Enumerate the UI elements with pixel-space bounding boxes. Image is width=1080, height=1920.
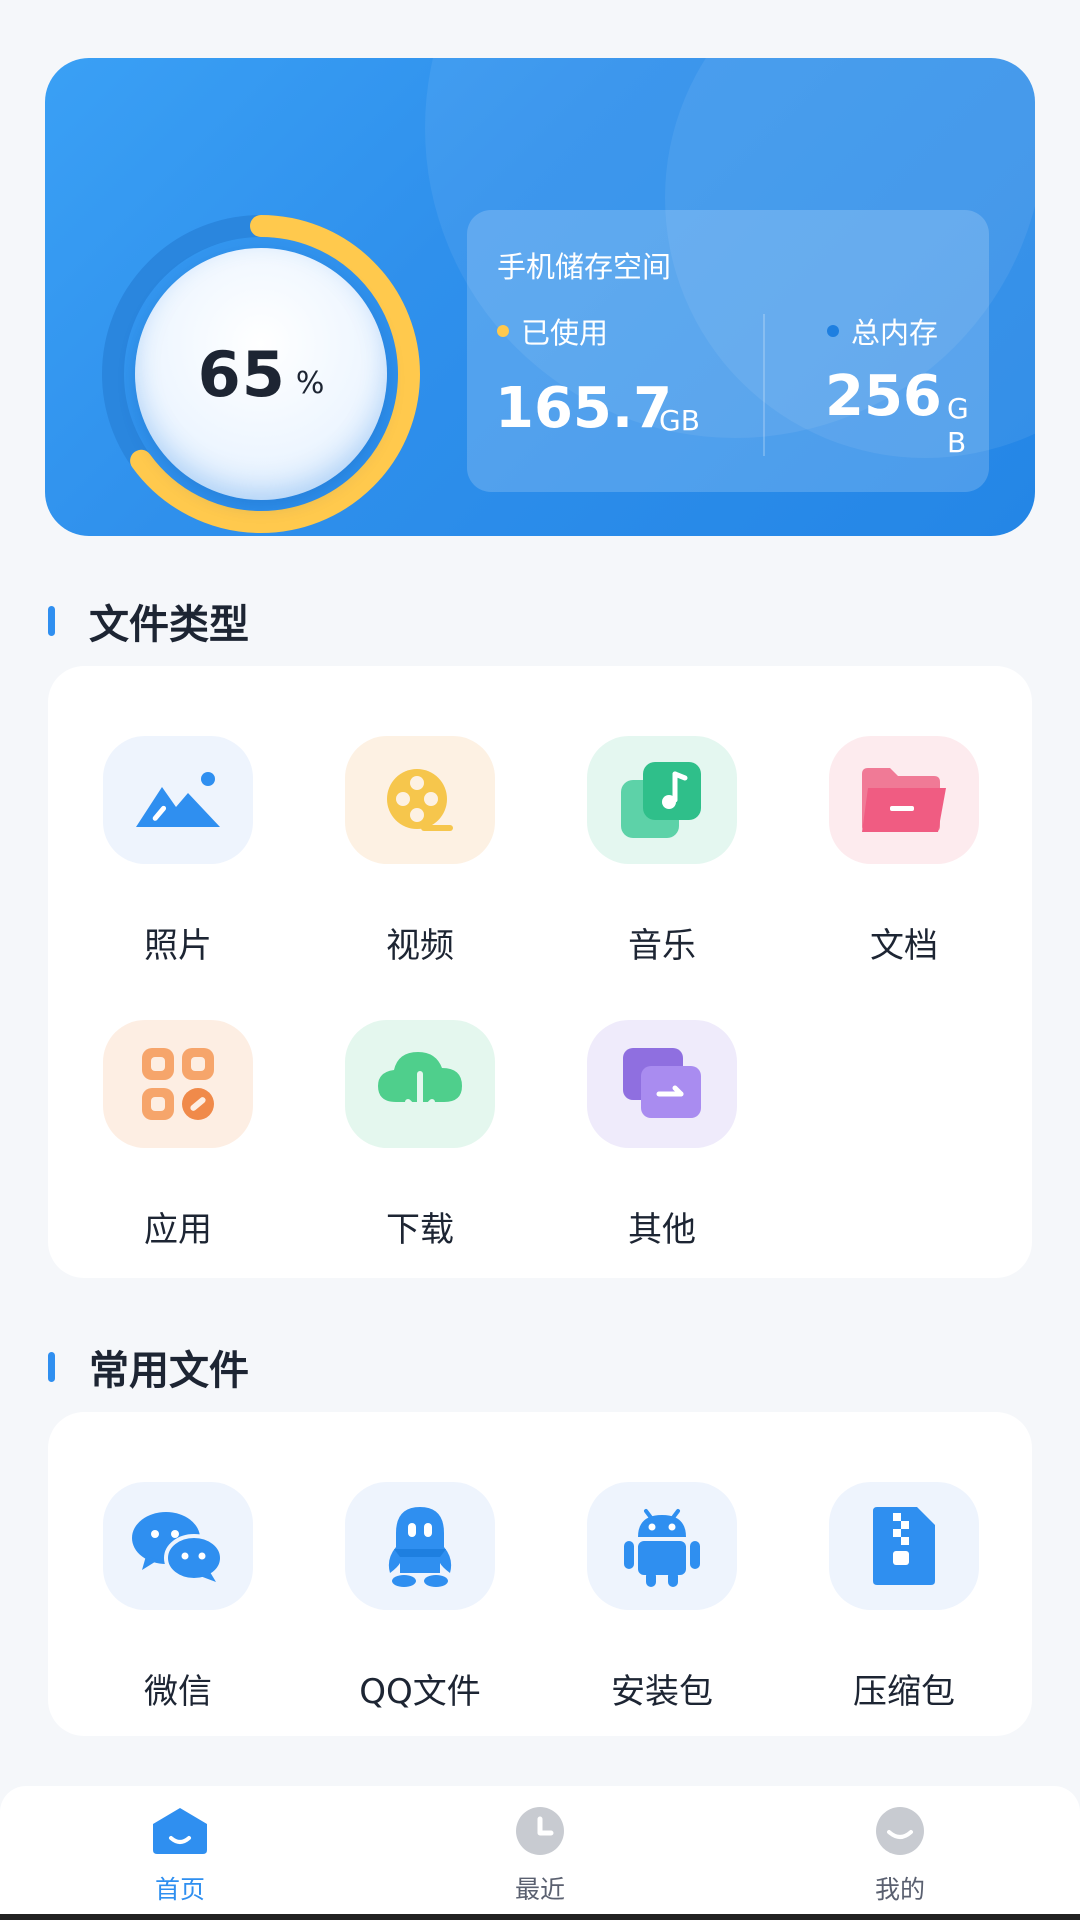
tile-label: 其他: [628, 1210, 696, 1250]
clock-icon: [470, 1804, 610, 1862]
tab-label: 最近: [514, 1875, 565, 1904]
storage-title: 手机储存空间: [497, 250, 672, 284]
total-dot-icon: [827, 325, 839, 337]
section-accent-bar: [48, 606, 55, 636]
system-nav-line: [0, 1914, 1080, 1920]
tile-label: 文档: [870, 926, 938, 966]
home-icon: [110, 1804, 250, 1862]
used-dot-icon: [497, 325, 509, 337]
storage-card: 65 % 手机储存空间 已使用 165.7 GB 总内存 256 G B: [45, 58, 1035, 536]
storage-ring: 65 %: [93, 206, 429, 536]
tile-label: 下载: [386, 1210, 454, 1250]
tile-label: QQ文件: [359, 1672, 481, 1712]
common-files-card: 微信 QQ文件 安装包 压缩包: [48, 1412, 1032, 1736]
file-type-music[interactable]: 音乐: [552, 736, 772, 967]
android-icon: [587, 1482, 737, 1610]
percent-sign: %: [295, 365, 325, 401]
section-accent-bar: [48, 1352, 55, 1382]
section-title: 文件类型: [89, 602, 249, 648]
file-type-other[interactable]: 其他: [552, 1020, 772, 1251]
file-type-photo[interactable]: 照片: [68, 736, 288, 967]
qq-icon: [345, 1482, 495, 1610]
folder-icon: [829, 736, 979, 864]
usage-percent: 65: [197, 337, 286, 411]
file-type-download[interactable]: 下载: [310, 1020, 530, 1251]
music-icon: [587, 736, 737, 864]
bottom-tab-bar: 首页 最近 我的: [0, 1786, 1080, 1920]
common-files-header: 常用文件: [48, 1338, 249, 1396]
file-types-card: 照片 视频 音乐 文档 应用 下载 其他: [48, 666, 1032, 1278]
total-unit-wrap: B: [947, 426, 967, 459]
used-unit: GB: [659, 404, 700, 437]
zip-icon: [829, 1482, 979, 1610]
tile-label: 视频: [386, 926, 454, 966]
apps-icon: [103, 1020, 253, 1148]
divider: [763, 314, 765, 456]
tile-label: 音乐: [628, 926, 696, 966]
common-apk[interactable]: 安装包: [552, 1482, 772, 1713]
tile-label: 照片: [144, 926, 212, 966]
tab-home[interactable]: 首页: [110, 1804, 250, 1906]
tab-label: 我的: [874, 1875, 925, 1904]
total-value: 256: [825, 364, 942, 429]
used-value: 165.7: [495, 376, 673, 441]
total-label: 总内存: [851, 316, 939, 350]
profile-icon: [830, 1804, 970, 1862]
photo-icon: [103, 736, 253, 864]
common-zip[interactable]: 压缩包: [794, 1482, 1014, 1713]
download-cloud-icon: [345, 1020, 495, 1148]
file-type-document[interactable]: 文档: [794, 736, 1014, 967]
used-label: 已使用: [521, 316, 609, 350]
storage-info-panel: 手机储存空间 已使用 165.7 GB 总内存 256 G B: [467, 210, 989, 492]
total-legend: 总内存: [827, 310, 938, 352]
file-type-video[interactable]: 视频: [310, 736, 530, 967]
common-wechat[interactable]: 微信: [68, 1482, 288, 1713]
video-reel-icon: [345, 736, 495, 864]
file-types-header: 文件类型: [48, 592, 249, 650]
used-legend: 已使用: [497, 310, 608, 352]
tile-label: 应用: [144, 1210, 212, 1250]
tile-label: 安装包: [611, 1672, 713, 1712]
ring-center: 65 %: [135, 248, 387, 500]
tile-label: 微信: [144, 1672, 212, 1712]
other-files-icon: [587, 1020, 737, 1148]
tab-recent[interactable]: 最近: [470, 1804, 610, 1906]
file-type-apps[interactable]: 应用: [68, 1020, 288, 1251]
tab-label: 首页: [154, 1875, 205, 1904]
section-title: 常用文件: [89, 1348, 249, 1394]
wechat-icon: [103, 1482, 253, 1610]
tile-label: 压缩包: [853, 1672, 955, 1712]
common-qq[interactable]: QQ文件: [310, 1482, 530, 1713]
tab-profile[interactable]: 我的: [830, 1804, 970, 1906]
total-unit: G: [947, 392, 969, 425]
